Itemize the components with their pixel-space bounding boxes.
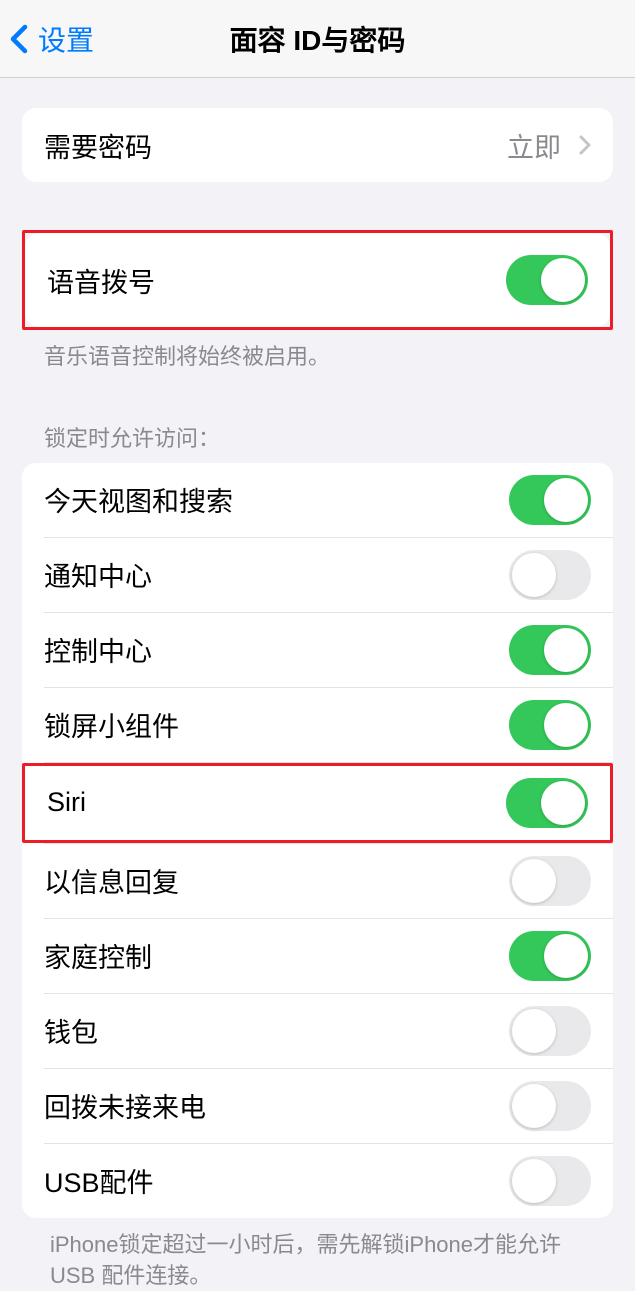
locked-item-label: 今天视图和搜索	[44, 480, 233, 519]
locked-item-label: 锁屏小组件	[44, 705, 179, 744]
toggle-knob	[512, 553, 556, 597]
locked-item-row: 控制中心	[22, 613, 613, 687]
locked-item-toggle[interactable]	[509, 931, 591, 981]
chevron-right-icon	[579, 135, 591, 155]
require-passcode-value-wrap: 立即	[507, 126, 591, 165]
toggle-knob	[512, 1084, 556, 1128]
locked-item-label: 以信息回复	[44, 861, 179, 900]
toggle-knob	[512, 1009, 556, 1053]
locked-item-row: 家庭控制	[22, 919, 613, 993]
locked-item-row: 以信息回复	[22, 844, 613, 918]
voice-dial-footnote: 音乐语音控制将始终被启用。	[22, 330, 613, 373]
locked-access-group: 今天视图和搜索通知中心控制中心锁屏小组件 Siri 以信息回复家庭控制钱包回拨未接来…	[22, 463, 613, 1218]
locked-access-header: 锁定时允许访问：	[22, 421, 613, 463]
require-passcode-label: 需要密码	[44, 126, 152, 165]
locked-item-row: 回拨未接来电	[22, 1069, 613, 1143]
locked-item-row: 通知中心	[22, 538, 613, 612]
locked-item-label: 通知中心	[44, 555, 152, 594]
navigation-bar: 设置 面容 ID与密码	[0, 0, 635, 78]
locked-item-label: 控制中心	[44, 630, 152, 669]
locked-item-toggle[interactable]	[509, 1006, 591, 1056]
require-passcode-group: 需要密码 立即	[22, 108, 613, 182]
locked-item-label: Siri	[47, 787, 86, 818]
voice-dial-group: 语音拨号	[25, 233, 610, 327]
locked-item-toggle[interactable]	[509, 625, 591, 675]
usb-footnote: iPhone锁定超过一小时后，需先解锁iPhone才能允许USB 配件连接。	[22, 1218, 613, 1291]
locked-item-toggle[interactable]	[509, 1156, 591, 1206]
toggle-knob	[544, 934, 588, 978]
locked-item-toggle[interactable]	[509, 700, 591, 750]
toggle-knob	[512, 859, 556, 903]
locked-item-toggle[interactable]	[509, 550, 591, 600]
chevron-left-icon	[10, 24, 28, 54]
require-passcode-value: 立即	[507, 126, 561, 165]
locked-item-toggle[interactable]	[509, 1081, 591, 1131]
locked-item-row: USB配件	[22, 1144, 613, 1218]
back-label: 设置	[38, 19, 94, 59]
locked-item-toggle[interactable]	[509, 475, 591, 525]
voice-dial-row: 语音拨号	[25, 233, 610, 327]
locked-item-label: USB配件	[44, 1161, 154, 1200]
toggle-knob	[512, 1159, 556, 1203]
locked-item-label: 钱包	[44, 1011, 98, 1050]
toggle-knob	[544, 628, 588, 672]
require-passcode-row[interactable]: 需要密码 立即	[22, 108, 613, 182]
locked-item-row: 锁屏小组件	[22, 688, 613, 762]
locked-item-label: 回拨未接来电	[44, 1086, 206, 1125]
voice-dial-toggle[interactable]	[506, 255, 588, 305]
voice-dial-label: 语音拨号	[47, 261, 155, 300]
toggle-knob	[541, 781, 585, 825]
toggle-knob	[544, 703, 588, 747]
page-title: 面容 ID与密码	[230, 19, 406, 59]
locked-item-row: Siri	[25, 766, 610, 840]
locked-item-toggle[interactable]	[506, 778, 588, 828]
back-button[interactable]: 设置	[0, 19, 94, 59]
locked-item-toggle[interactable]	[509, 856, 591, 906]
locked-item-row: 今天视图和搜索	[22, 463, 613, 537]
toggle-knob	[541, 258, 585, 302]
locked-item-row: 钱包	[22, 994, 613, 1068]
toggle-knob	[544, 478, 588, 522]
locked-item-label: 家庭控制	[44, 936, 152, 975]
